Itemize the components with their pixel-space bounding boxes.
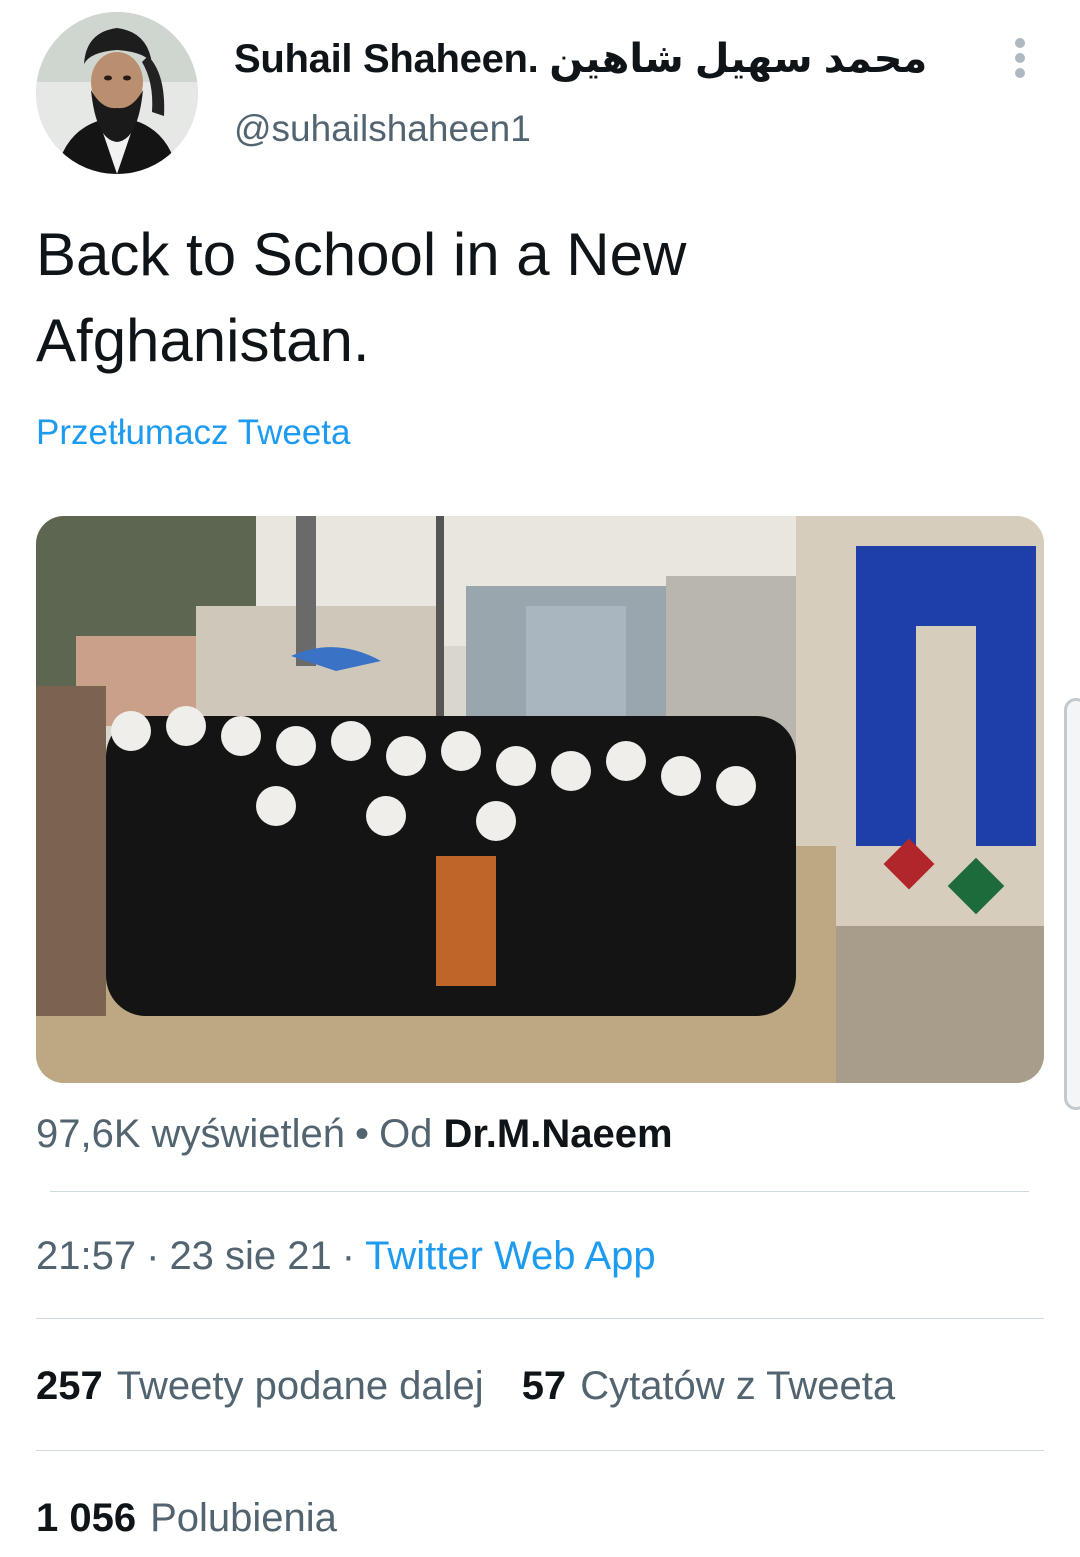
- tweet-video[interactable]: [36, 516, 1044, 1083]
- retweets-count: 257: [36, 1364, 103, 1408]
- tweet-source-link[interactable]: Twitter Web App: [365, 1234, 656, 1278]
- video-source-author[interactable]: Dr.M.Naeem: [444, 1112, 673, 1156]
- video-still-image: [36, 516, 1044, 1083]
- retweets-stat[interactable]: 257 Tweety podane dalej: [36, 1364, 484, 1408]
- quotes-stat[interactable]: 57 Cytatów z Tweeta: [522, 1364, 895, 1408]
- more-vertical-icon[interactable]: [1006, 38, 1034, 82]
- views-separator: •: [355, 1112, 370, 1156]
- timestamp-line: 21:57 · 23 sie 21 · Twitter Web App: [36, 1234, 656, 1279]
- more-dot: [1015, 53, 1025, 63]
- views-line: 97,6K wyświetleń • Od Dr.M.Naeem: [36, 1112, 673, 1157]
- tweet-date[interactable]: 23 sie 21: [169, 1234, 331, 1278]
- meta-separator: ·: [146, 1234, 160, 1278]
- translate-tweet-link[interactable]: Przetłumacz Tweeta: [36, 413, 351, 453]
- engagement-stats: 257 Tweety podane dalej 57 Cytatów z Tweeta: [36, 1364, 895, 1409]
- likes-count: 1 056: [36, 1496, 137, 1540]
- more-dot: [1015, 68, 1025, 78]
- from-label: Od: [379, 1112, 433, 1156]
- quotes-label: Cytatów z Tweeta: [580, 1364, 896, 1408]
- author-display-name[interactable]: Suhail Shaheen. محمد سهیل شاهین: [234, 36, 928, 82]
- divider: [36, 1318, 1044, 1319]
- scrollbar[interactable]: [1064, 698, 1080, 1110]
- retweets-label: Tweety podane dalej: [116, 1364, 484, 1408]
- quotes-count: 57: [521, 1364, 567, 1408]
- likes-stat[interactable]: 1 056 Polubienia: [36, 1496, 337, 1541]
- view-count: 97,6K wyświetleń: [36, 1112, 346, 1156]
- likes-label: Polubienia: [150, 1496, 337, 1540]
- meta-separator: ·: [341, 1234, 356, 1278]
- tweet-time[interactable]: 21:57: [36, 1234, 136, 1278]
- divider: [50, 1191, 1029, 1192]
- divider: [36, 1450, 1044, 1451]
- tweet-text: Back to School in a New Afghanistan.: [36, 221, 687, 374]
- more-dot: [1015, 38, 1025, 48]
- author-handle[interactable]: @suhailshaheen1: [234, 108, 531, 150]
- author-avatar[interactable]: [36, 12, 198, 174]
- profile-photo: [36, 12, 198, 174]
